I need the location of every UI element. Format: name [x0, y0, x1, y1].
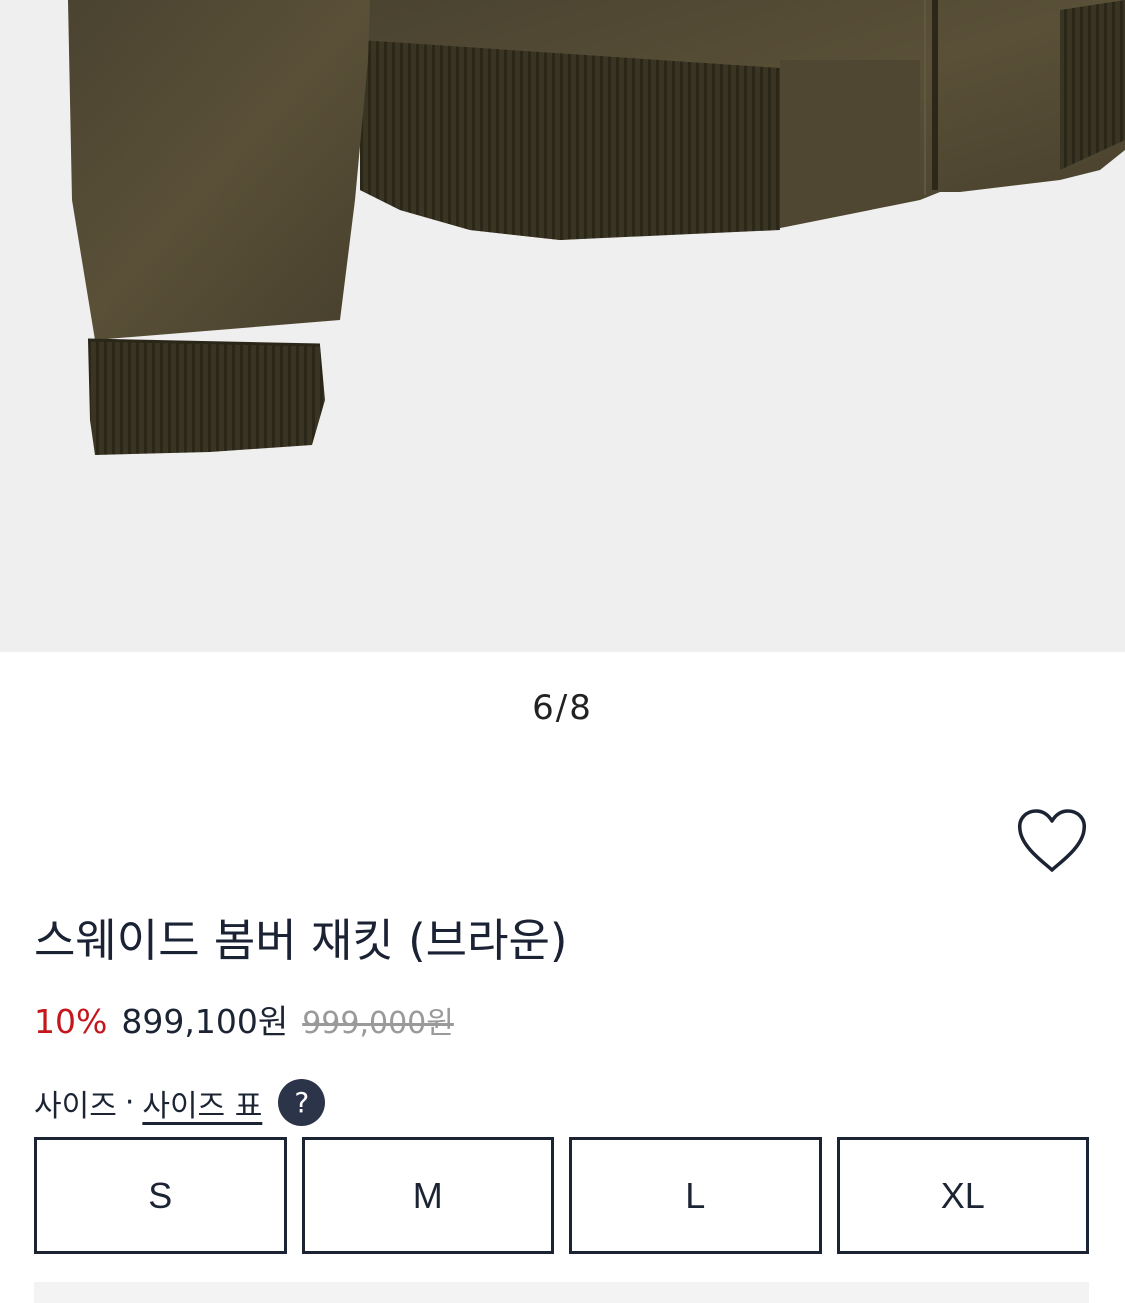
current-page: 6: [532, 688, 556, 728]
size-option-l[interactable]: L: [569, 1137, 822, 1254]
page-separator: /: [555, 688, 570, 728]
size-option-s[interactable]: S: [34, 1137, 287, 1254]
separator-dot: ·: [124, 1085, 135, 1120]
size-label: 사이즈: [34, 1088, 117, 1124]
size-options: S M L XL: [34, 1137, 1089, 1254]
total-pages: 8: [569, 688, 593, 728]
product-title: 스웨이드 봄버 재킷 (브라운): [34, 914, 568, 967]
product-page: 6/8 스웨이드 봄버 재킷 (브라운) 10% 899,100원 999,00…: [0, 0, 1125, 1303]
size-chart-link[interactable]: 사이즈 표: [142, 1081, 262, 1125]
size-header: 사이즈 · 사이즈 표 ?: [34, 1079, 326, 1126]
size-option-m[interactable]: M: [301, 1137, 554, 1254]
wishlist-heart-icon[interactable]: [1016, 808, 1088, 874]
original-price: 999,000원: [302, 1006, 454, 1041]
sale-price: 899,100원: [121, 1002, 289, 1041]
price-row: 10% 899,100원 999,000원: [34, 995, 454, 1043]
size-help-icon[interactable]: ?: [278, 1079, 326, 1126]
size-option-xl[interactable]: XL: [836, 1137, 1089, 1254]
product-image-carousel[interactable]: [0, 0, 1125, 652]
discount-rate: 10%: [34, 1002, 108, 1041]
image-page-indicator: 6/8: [0, 688, 1125, 728]
bottom-panel-edge: [34, 1282, 1089, 1303]
product-image: [68, 0, 1125, 455]
